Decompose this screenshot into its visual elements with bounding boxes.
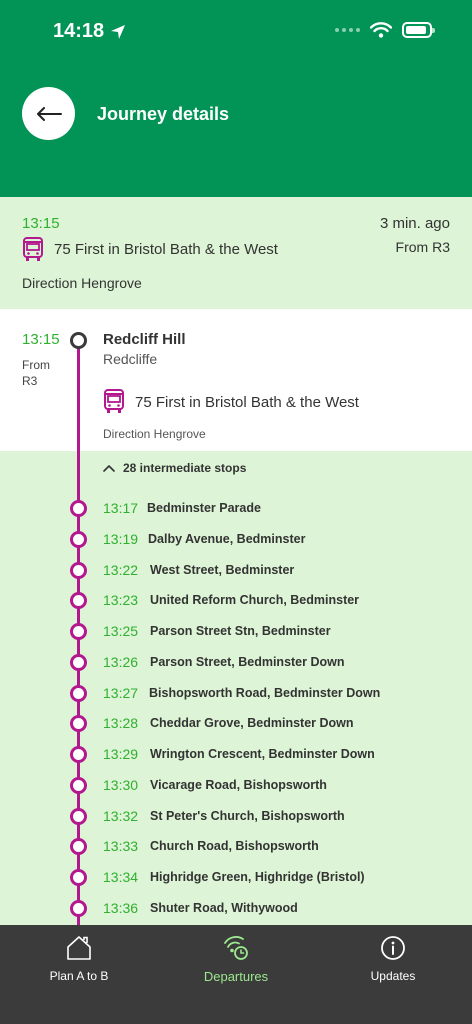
tab-updates[interactable]: Updates [323, 935, 463, 983]
stop-time: 13:34 [103, 869, 139, 885]
list-item[interactable]: 13:17 Bedminster Parade [0, 492, 472, 522]
stop-time: 13:32 [103, 808, 139, 824]
stop-name: Church Road, Bishopsworth [150, 839, 319, 853]
journey-summary: 13:15 3 min. ago From R3 75 First in Bri… [0, 197, 472, 309]
tab-label: Plan A to B [49, 969, 109, 983]
stop-marker [70, 562, 87, 579]
origin-stop-marker [70, 332, 87, 349]
list-item[interactable]: 13:22 West Street, Bedminster [0, 554, 472, 584]
list-item[interactable]: 13:25 Parson Street Stn, Bedminster [0, 615, 472, 645]
signal-icon [335, 28, 360, 32]
list-item[interactable]: 13:26 Parson Street, Bedminster Down [0, 646, 472, 676]
list-item[interactable]: 13:19 Dalby Avenue, Bedminster [0, 523, 472, 553]
list-item[interactable]: 13:32 St Peter's Church, Bishopsworth [0, 800, 472, 830]
house-icon [67, 936, 91, 960]
clock-text: 14:18 [53, 20, 105, 42]
stop-time: 13:36 [103, 900, 139, 916]
stop-name: Cheddar Grove, Bedminster Down [150, 716, 354, 730]
origin-route: 75 First in Bristol Bath & the West [135, 394, 359, 411]
info-icon [381, 936, 405, 960]
list-item[interactable]: 13:27 Bishopsworth Road, Bedminster Down [0, 677, 472, 707]
tab-departures[interactable]: Departures [166, 935, 306, 984]
stop-marker [70, 838, 87, 855]
stop-marker [70, 808, 87, 825]
stop-name: St Peter's Church, Bishopsworth [150, 809, 345, 823]
stop-marker [70, 592, 87, 609]
stop-name: Bishopsworth Road, Bedminster Down [149, 686, 381, 700]
stop-name: Highridge Green, Highridge (Bristol) [150, 870, 365, 884]
tab-label: Updates [370, 969, 416, 983]
location-arrow-icon [111, 24, 126, 39]
bottom-tab-bar: Plan A to B Departures Updates [0, 925, 472, 1024]
stop-time: 13:33 [103, 838, 139, 854]
summary-direction: Direction Hengrove [22, 275, 142, 291]
origin-from: From R3 [22, 358, 50, 388]
stop-marker [70, 654, 87, 671]
stop-name: Wrington Crescent, Bedminster Down [150, 747, 375, 761]
list-item[interactable]: 13:36 Shuter Road, Withywood [0, 892, 472, 922]
stop-name: United Reform Church, Bedminster [150, 593, 360, 607]
intermediate-stops-label: 28 intermediate stops [123, 461, 247, 475]
tab-label: Departures [203, 969, 269, 984]
stop-marker [70, 500, 87, 517]
stop-name: Bedminster Parade [147, 501, 261, 515]
back-button[interactable] [22, 87, 75, 140]
stop-time: 13:19 [103, 531, 139, 547]
stop-time: 13:17 [103, 500, 139, 516]
stop-name: Shuter Road, Withywood [150, 901, 298, 915]
stop-time: 13:28 [103, 715, 139, 731]
list-item[interactable]: 13:28 Cheddar Grove, Bedminster Down [0, 707, 472, 737]
arrow-left-icon [36, 106, 62, 121]
stop-marker [70, 715, 87, 732]
departures-icon [224, 936, 248, 960]
list-item[interactable]: 13:33 Church Road, Bishopsworth [0, 830, 472, 860]
stop-marker [70, 746, 87, 763]
stop-time: 13:29 [103, 746, 139, 762]
stop-name: Parson Street, Bedminster Down [150, 655, 345, 669]
stop-marker [70, 531, 87, 548]
origin-stop-card[interactable]: 13:15 From R3 Redcliff Hill Redcliffe 75… [0, 309, 472, 451]
list-item[interactable]: 13:29 Wrington Crescent, Bedminster Down [0, 738, 472, 768]
bus-icon [23, 237, 43, 261]
stop-time: 13:22 [103, 562, 139, 578]
stop-marker [70, 623, 87, 640]
wifi-icon [370, 22, 392, 38]
intermediate-stops-toggle[interactable]: 28 intermediate stops [103, 461, 246, 475]
stop-time: 13:27 [103, 685, 139, 701]
tab-plan-a-to-b[interactable]: Plan A to B [9, 935, 149, 983]
app-header: 14:18 Journey details [0, 0, 472, 197]
status-bar-time: 14:18 [53, 20, 126, 43]
stop-time: 13:30 [103, 777, 139, 793]
list-item[interactable]: 13:23 United Reform Church, Bedminster [0, 584, 472, 614]
origin-stop-name: Redcliff Hill [103, 331, 186, 348]
stop-name: West Street, Bedminster [150, 563, 295, 577]
stop-time: 13:23 [103, 592, 139, 608]
status-bar-icons [335, 22, 435, 38]
chevron-up-icon [103, 465, 115, 472]
summary-from-stop: From R3 [395, 239, 450, 255]
bus-icon [104, 389, 124, 413]
stop-marker [70, 869, 87, 886]
summary-time: 13:15 [22, 215, 60, 232]
stop-name: Vicarage Road, Bishopsworth [150, 778, 327, 792]
summary-updated-ago: 3 min. ago [379, 215, 450, 232]
stop-name: Parson Street Stn, Bedminster [150, 624, 331, 638]
battery-icon [402, 22, 435, 38]
stop-marker [70, 685, 87, 702]
stop-time: 13:25 [103, 623, 139, 639]
origin-stop-area: Redcliffe [103, 351, 158, 367]
summary-route: 75 First in Bristol Bath & the West [54, 241, 278, 258]
stop-name: Dalby Avenue, Bedminster [148, 532, 306, 546]
stop-time: 13:26 [103, 654, 139, 670]
origin-time: 13:15 [22, 331, 60, 348]
page-title: Journey details [97, 104, 230, 124]
stop-marker [70, 777, 87, 794]
list-item[interactable]: 13:30 Vicarage Road, Bishopsworth [0, 769, 472, 799]
origin-direction: Direction Hengrove [103, 427, 206, 441]
list-item[interactable]: 13:34 Highridge Green, Highridge (Bristol… [0, 861, 472, 891]
stop-marker [70, 900, 87, 917]
